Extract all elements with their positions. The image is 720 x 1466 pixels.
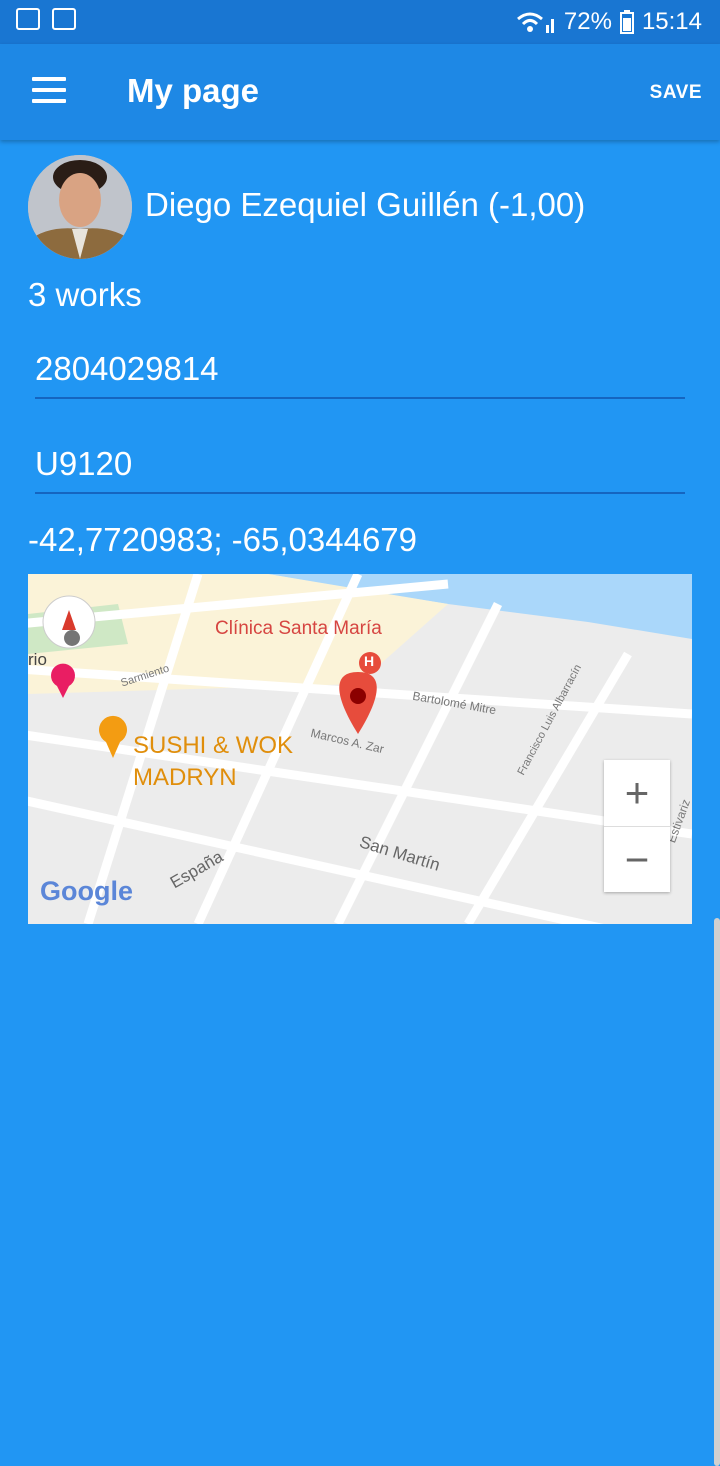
google-logo: Google [40, 876, 133, 906]
scrollbar[interactable] [714, 918, 720, 1466]
zoom-in-button[interactable]: + [604, 760, 670, 827]
map-view[interactable]: Clínica Santa María H SUSHI & WOK MADRYN… [28, 574, 692, 924]
menu-icon[interactable] [32, 77, 66, 103]
zoom-controls: + − [604, 760, 670, 892]
postal-code-input[interactable] [35, 436, 685, 492]
phone-field[interactable] [35, 341, 685, 399]
phone-input[interactable] [35, 341, 685, 397]
status-bar: 72% 15:14 [0, 0, 720, 44]
postal-code-field[interactable] [35, 436, 685, 494]
battery-percent: 72% [563, 8, 612, 35]
zoom-out-button[interactable]: − [604, 827, 670, 893]
works-count: 3 works [28, 276, 142, 313]
coordinates-text: -42,7720983; -65,0344679 [28, 521, 418, 558]
clock: 15:14 [641, 8, 702, 35]
gallery-icon [16, 8, 40, 30]
user-name: Diego Ezequiel Guillén (-1,00) [145, 186, 586, 223]
battery-icon [619, 10, 634, 34]
profile-photo [28, 155, 132, 259]
app-bar: My page SAVE [0, 44, 720, 140]
voicemail-icon [52, 8, 76, 30]
hospital-letter: H [364, 653, 375, 669]
avatar[interactable] [28, 155, 132, 259]
wifi-signal-icon [516, 12, 554, 33]
page-title: My page [127, 72, 260, 109]
restaurant-label: SUSHI & WOK MADRYN [133, 732, 294, 791]
save-button[interactable]: SAVE [650, 82, 702, 104]
place-pin-icon [64, 630, 81, 646]
rio-label: rio [28, 650, 47, 669]
clinic-label: Clínica Santa María [215, 618, 382, 639]
